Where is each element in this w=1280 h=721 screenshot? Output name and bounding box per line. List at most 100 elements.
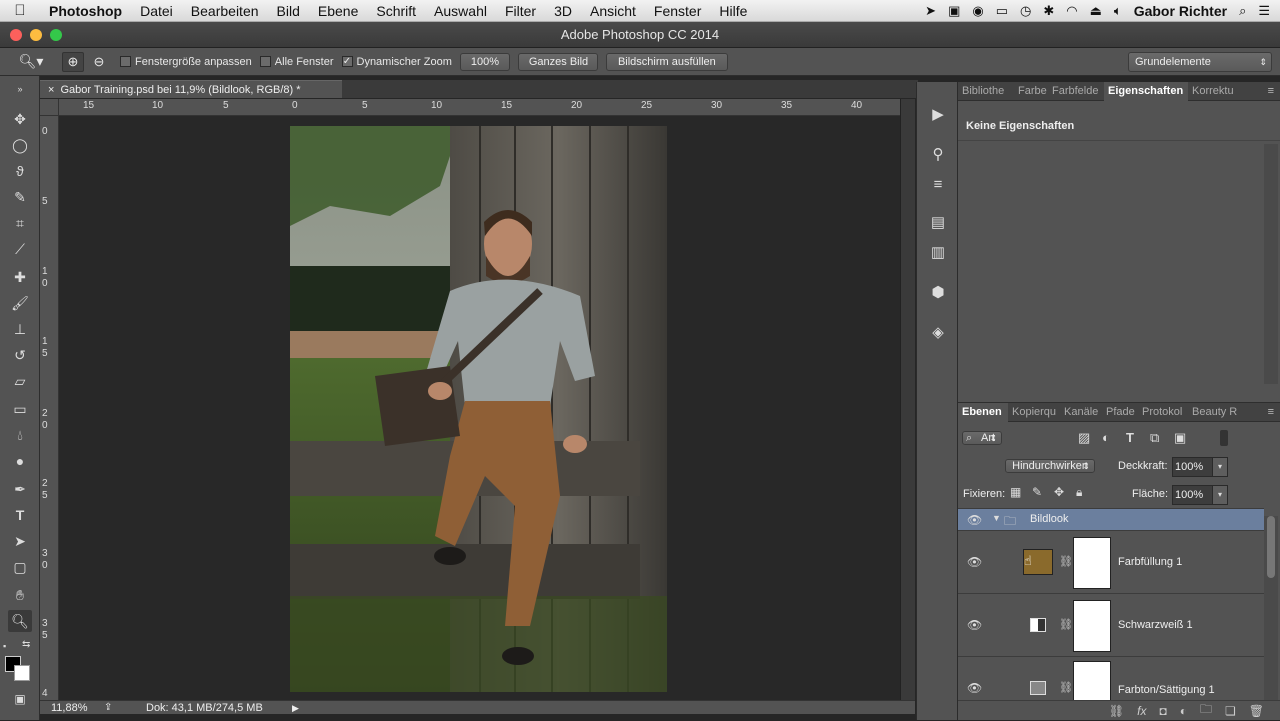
tab-korrekturen[interactable]: Korrektu xyxy=(1188,82,1244,101)
adjustments-icon[interactable]: ≡ xyxy=(926,174,950,196)
menu-3d[interactable]: 3D xyxy=(545,3,581,19)
lock-transparent-icon[interactable]: ▦ xyxy=(1010,485,1021,499)
opacity-input[interactable]: 100% xyxy=(1172,457,1216,477)
zoom-100-button[interactable]: 100% xyxy=(459,52,510,71)
delete-layer-icon[interactable]: 🗑︎ xyxy=(1249,704,1264,718)
menu-hilfe[interactable]: Hilfe xyxy=(710,3,756,19)
close-tab-icon[interactable]: × xyxy=(48,84,54,96)
zoom-window-button[interactable] xyxy=(50,29,62,41)
time-machine-icon[interactable]: ◷ xyxy=(1020,3,1031,19)
tab-farbe[interactable]: Farbe xyxy=(1014,82,1048,101)
tab-ebenen[interactable]: Ebenen xyxy=(958,402,1008,422)
spotlight-search-icon[interactable]: ⌕ xyxy=(1239,3,1246,19)
user-name[interactable]: Gabor Richter xyxy=(1134,3,1227,19)
notification-list-icon[interactable]: ☰ xyxy=(1258,3,1270,19)
marquee-tool-icon[interactable]: ◯ xyxy=(8,134,32,156)
add-mask-icon[interactable]: ◘ xyxy=(1159,704,1166,718)
properties-scrollbar[interactable] xyxy=(1264,144,1278,384)
opacity-slider-toggle[interactable]: ▾ xyxy=(1212,457,1228,477)
mask-link-icon[interactable]: ⛓︎ xyxy=(1059,618,1073,631)
brush-tool-icon[interactable]: 🖌︎ xyxy=(8,292,32,314)
layer-name[interactable]: Schwarzweiß 1 xyxy=(1118,619,1193,631)
photo-image[interactable] xyxy=(59,116,900,700)
layers-stack-icon[interactable]: ◈ xyxy=(926,322,950,344)
share-icon[interactable]: ⇪ xyxy=(104,701,112,715)
apple-menu-icon[interactable]:  xyxy=(0,2,40,19)
toolbar-collapse-icon[interactable]: » xyxy=(8,78,32,100)
wifi-icon[interactable]: ◠ xyxy=(1066,3,1077,19)
menu-fenster[interactable]: Fenster xyxy=(645,3,710,19)
fill-screen-button[interactable]: Bildschirm ausfüllen xyxy=(605,52,728,71)
zoom-out-icon[interactable]: ⊖ xyxy=(88,54,110,70)
menu-schrift[interactable]: Schrift xyxy=(367,3,425,19)
brush-presets-icon[interactable]: ⚲ xyxy=(926,144,950,166)
zoom-tool-preset-icon[interactable]: 🔍︎▾ xyxy=(14,53,48,70)
lasso-tool-icon[interactable]: ϑ xyxy=(8,160,32,182)
visibility-eye-icon[interactable]: 👁︎ xyxy=(967,618,982,632)
group-expand-arrow-icon[interactable]: ▼ xyxy=(992,513,1001,523)
quick-mask-icon[interactable]: ▣ xyxy=(8,688,32,710)
checkbox-box[interactable] xyxy=(120,56,131,67)
panel-menu-icon[interactable]: ≡ xyxy=(1268,85,1280,97)
layer-row-group[interactable]: 👁︎ ▼ 🗀︎ Bildlook xyxy=(958,509,1264,531)
document-canvas[interactable] xyxy=(59,116,900,700)
gradient-tool-icon[interactable]: ▭ xyxy=(8,398,32,420)
new-group-icon[interactable]: 🗀︎ xyxy=(1200,700,1212,721)
menu-auswahl[interactable]: Auswahl xyxy=(425,3,496,19)
pen-tool-icon[interactable]: ✒ xyxy=(8,478,32,500)
history-brush-tool-icon[interactable]: ↺ xyxy=(8,344,32,366)
bw-adjustment-icon[interactable] xyxy=(1030,618,1046,632)
menu-bearbeiten[interactable]: Bearbeiten xyxy=(182,3,268,19)
menu-photoshop[interactable]: Photoshop xyxy=(40,3,131,19)
volume-icon[interactable]: 🔈︎ xyxy=(1114,3,1122,19)
horizontal-ruler[interactable]: 15 10 5 0 5 10 15 20 25 30 35 40 xyxy=(59,99,900,116)
vertical-ruler[interactable]: 0 5 10 15 20 25 30 35 4 xyxy=(40,116,59,700)
visibility-eye-icon[interactable]: 👁︎ xyxy=(967,513,982,527)
menu-bild[interactable]: Bild xyxy=(268,3,309,19)
crop-tool-icon[interactable]: ⌗ xyxy=(8,212,32,234)
checkbox-box[interactable] xyxy=(259,56,271,67)
close-window-button[interactable] xyxy=(10,29,22,41)
tab-farbfelder[interactable]: Farbfelde xyxy=(1048,82,1104,101)
record-icon[interactable]: ◉ xyxy=(972,3,983,19)
rectangle-tool-icon[interactable]: ▢ xyxy=(8,556,32,578)
canvas-vertical-scrollbar[interactable] xyxy=(900,99,915,700)
tab-kanaele[interactable]: Kanäle xyxy=(1060,403,1102,422)
panel-menu-icon[interactable]: ≡ xyxy=(1268,406,1280,418)
play-action-icon[interactable]: ▶ xyxy=(926,104,950,126)
quick-selection-tool-icon[interactable]: ✎ xyxy=(8,186,32,208)
fill-slider-toggle[interactable]: ▾ xyxy=(1212,485,1228,505)
layer-row-hue-saturation[interactable]: 👁︎ ⛓︎ Farbton/Sättigung 1 xyxy=(958,657,1264,705)
layer-row-black-white[interactable]: 👁︎ ⛓︎ Schwarzweiß 1 xyxy=(958,594,1264,657)
layer-mask-thumbnail[interactable] xyxy=(1073,600,1111,652)
tab-pfade[interactable]: Pfade xyxy=(1102,403,1138,422)
status-arrow-icon[interactable]: ➤ xyxy=(925,3,936,19)
zoom-in-icon[interactable]: ⊕ xyxy=(62,51,84,72)
hand-tool-icon[interactable]: ✋︎ xyxy=(8,584,32,606)
layer-name[interactable]: Farbton/Sättigung 1 xyxy=(1118,684,1215,696)
zoom-tool-icon[interactable]: 🔍︎ xyxy=(8,610,32,632)
link-layers-icon[interactable]: ⛓︎ xyxy=(1109,704,1124,718)
status-menu-arrow-icon[interactable]: ▶ xyxy=(292,701,299,715)
swap-colors-icon[interactable]: ⇆ xyxy=(22,639,30,650)
blend-mode-select[interactable]: Hindurchwirken xyxy=(1005,459,1095,473)
layers-scrollbar-thumb[interactable] xyxy=(1267,516,1275,578)
eraser-tool-icon[interactable]: ▱ xyxy=(8,370,32,392)
hue-saturation-icon[interactable] xyxy=(1030,681,1046,695)
lock-all-icon[interactable]: 🔒︎ xyxy=(1076,485,1082,500)
filter-adjustment-icon[interactable]: ◐ xyxy=(1102,430,1110,445)
dodge-tool-icon[interactable]: ● xyxy=(8,450,32,472)
tab-protokoll[interactable]: Protokol xyxy=(1138,403,1188,422)
layers-scrollbar[interactable] xyxy=(1264,516,1278,702)
document-tab[interactable]: × Gabor Training.psd bei 11,9% (Bildlook,… xyxy=(40,80,342,98)
filter-pixel-icon[interactable]: ▨ xyxy=(1078,430,1090,446)
layer-mask-thumbnail[interactable] xyxy=(1073,537,1111,589)
default-colors-icon[interactable]: ▪ xyxy=(3,641,6,651)
visibility-eye-icon[interactable]: 👁︎ xyxy=(967,681,982,695)
path-selection-tool-icon[interactable]: ➤ xyxy=(8,530,32,552)
fit-window-checkbox[interactable]: Fenstergröße anpassen xyxy=(120,56,252,68)
eject-icon[interactable]: ⏏ xyxy=(1090,3,1102,19)
layer-name[interactable]: Farbfüllung 1 xyxy=(1118,556,1182,568)
checkmark-icon[interactable]: ✓ xyxy=(341,56,353,67)
filter-smart-object-icon[interactable]: ▣ xyxy=(1174,430,1186,446)
